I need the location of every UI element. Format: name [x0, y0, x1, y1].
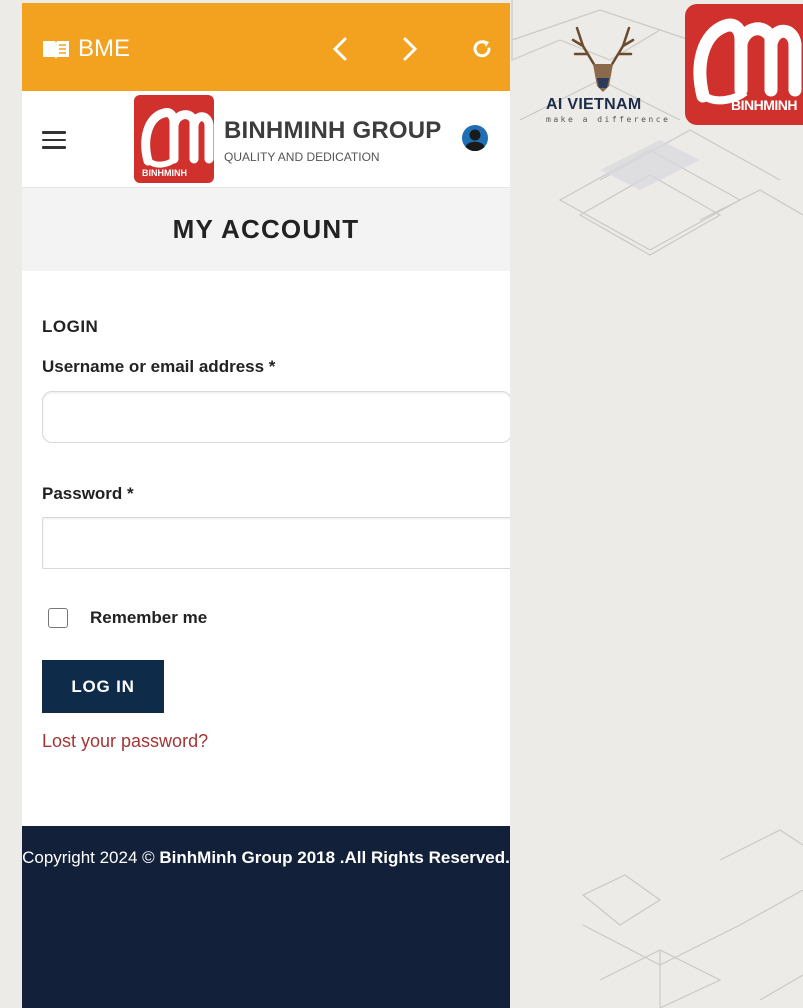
menu-line — [42, 146, 66, 149]
password-input[interactable] — [42, 517, 510, 569]
bme-home-button[interactable]: BME — [42, 35, 130, 63]
site-header: R BINHMINH BINHMINH GROUP QUALITY AND DE… — [22, 91, 510, 188]
page-title: MY ACCOUNT — [172, 214, 360, 244]
chevron-left-icon — [332, 37, 347, 61]
reload-icon — [473, 40, 491, 58]
login-heading: LOGIN — [42, 317, 99, 336]
bme-label: BME — [78, 35, 131, 62]
phone-panel: BME R BINHMINH BINHMINH GROUP QUALITY AN… — [22, 3, 510, 1008]
footer: Copyright 2024 © BinhMinh Group 2018 .Al… — [22, 826, 510, 1008]
ai-vietnam-title: AI VIETNAM — [546, 96, 642, 113]
username-input[interactable] — [42, 391, 510, 443]
password-label: Password * — [42, 484, 134, 503]
deer-icon — [571, 26, 635, 92]
menu-line — [42, 131, 66, 134]
ai-vietnam-subtitle: make a difference — [546, 115, 671, 124]
book-icon — [43, 41, 69, 59]
reload-button[interactable] — [462, 29, 502, 69]
user-account-icon[interactable] — [462, 125, 488, 151]
menu-line — [42, 138, 66, 141]
page-title-band: MY ACCOUNT — [22, 188, 510, 271]
binhminh-logo-text: BINHMINH — [731, 97, 798, 113]
forward-button[interactable] — [390, 29, 430, 69]
browser-bar: BME — [22, 3, 510, 91]
remember-me-label: Remember me — [90, 608, 208, 627]
copyright-owner: BinhMinh Group 2018 .All Rights Reserved… — [159, 848, 510, 867]
back-button[interactable] — [320, 29, 360, 69]
copyright-prefix: Copyright 2024 © — [22, 848, 160, 867]
remember-me-checkbox[interactable] — [48, 608, 68, 628]
remember-me-row[interactable]: Remember me — [48, 608, 207, 628]
chevron-right-icon — [403, 37, 418, 61]
brand-name: BINHMINH GROUP — [224, 117, 442, 144]
login-button[interactable]: LOG IN — [42, 660, 164, 713]
brand-tagline: QUALITY AND DEDICATION — [224, 150, 380, 164]
lost-password-link[interactable]: Lost your password? — [42, 731, 208, 752]
username-label: Username or email address * — [42, 357, 276, 376]
binhminh-corner-logo: BINHMINH — [685, 4, 803, 125]
header-logo-text: BINHMINH — [142, 168, 187, 178]
header-logo[interactable]: R BINHMINH — [134, 95, 324, 183]
registered-icon: R — [312, 105, 324, 117]
menu-button[interactable] — [42, 131, 66, 151]
